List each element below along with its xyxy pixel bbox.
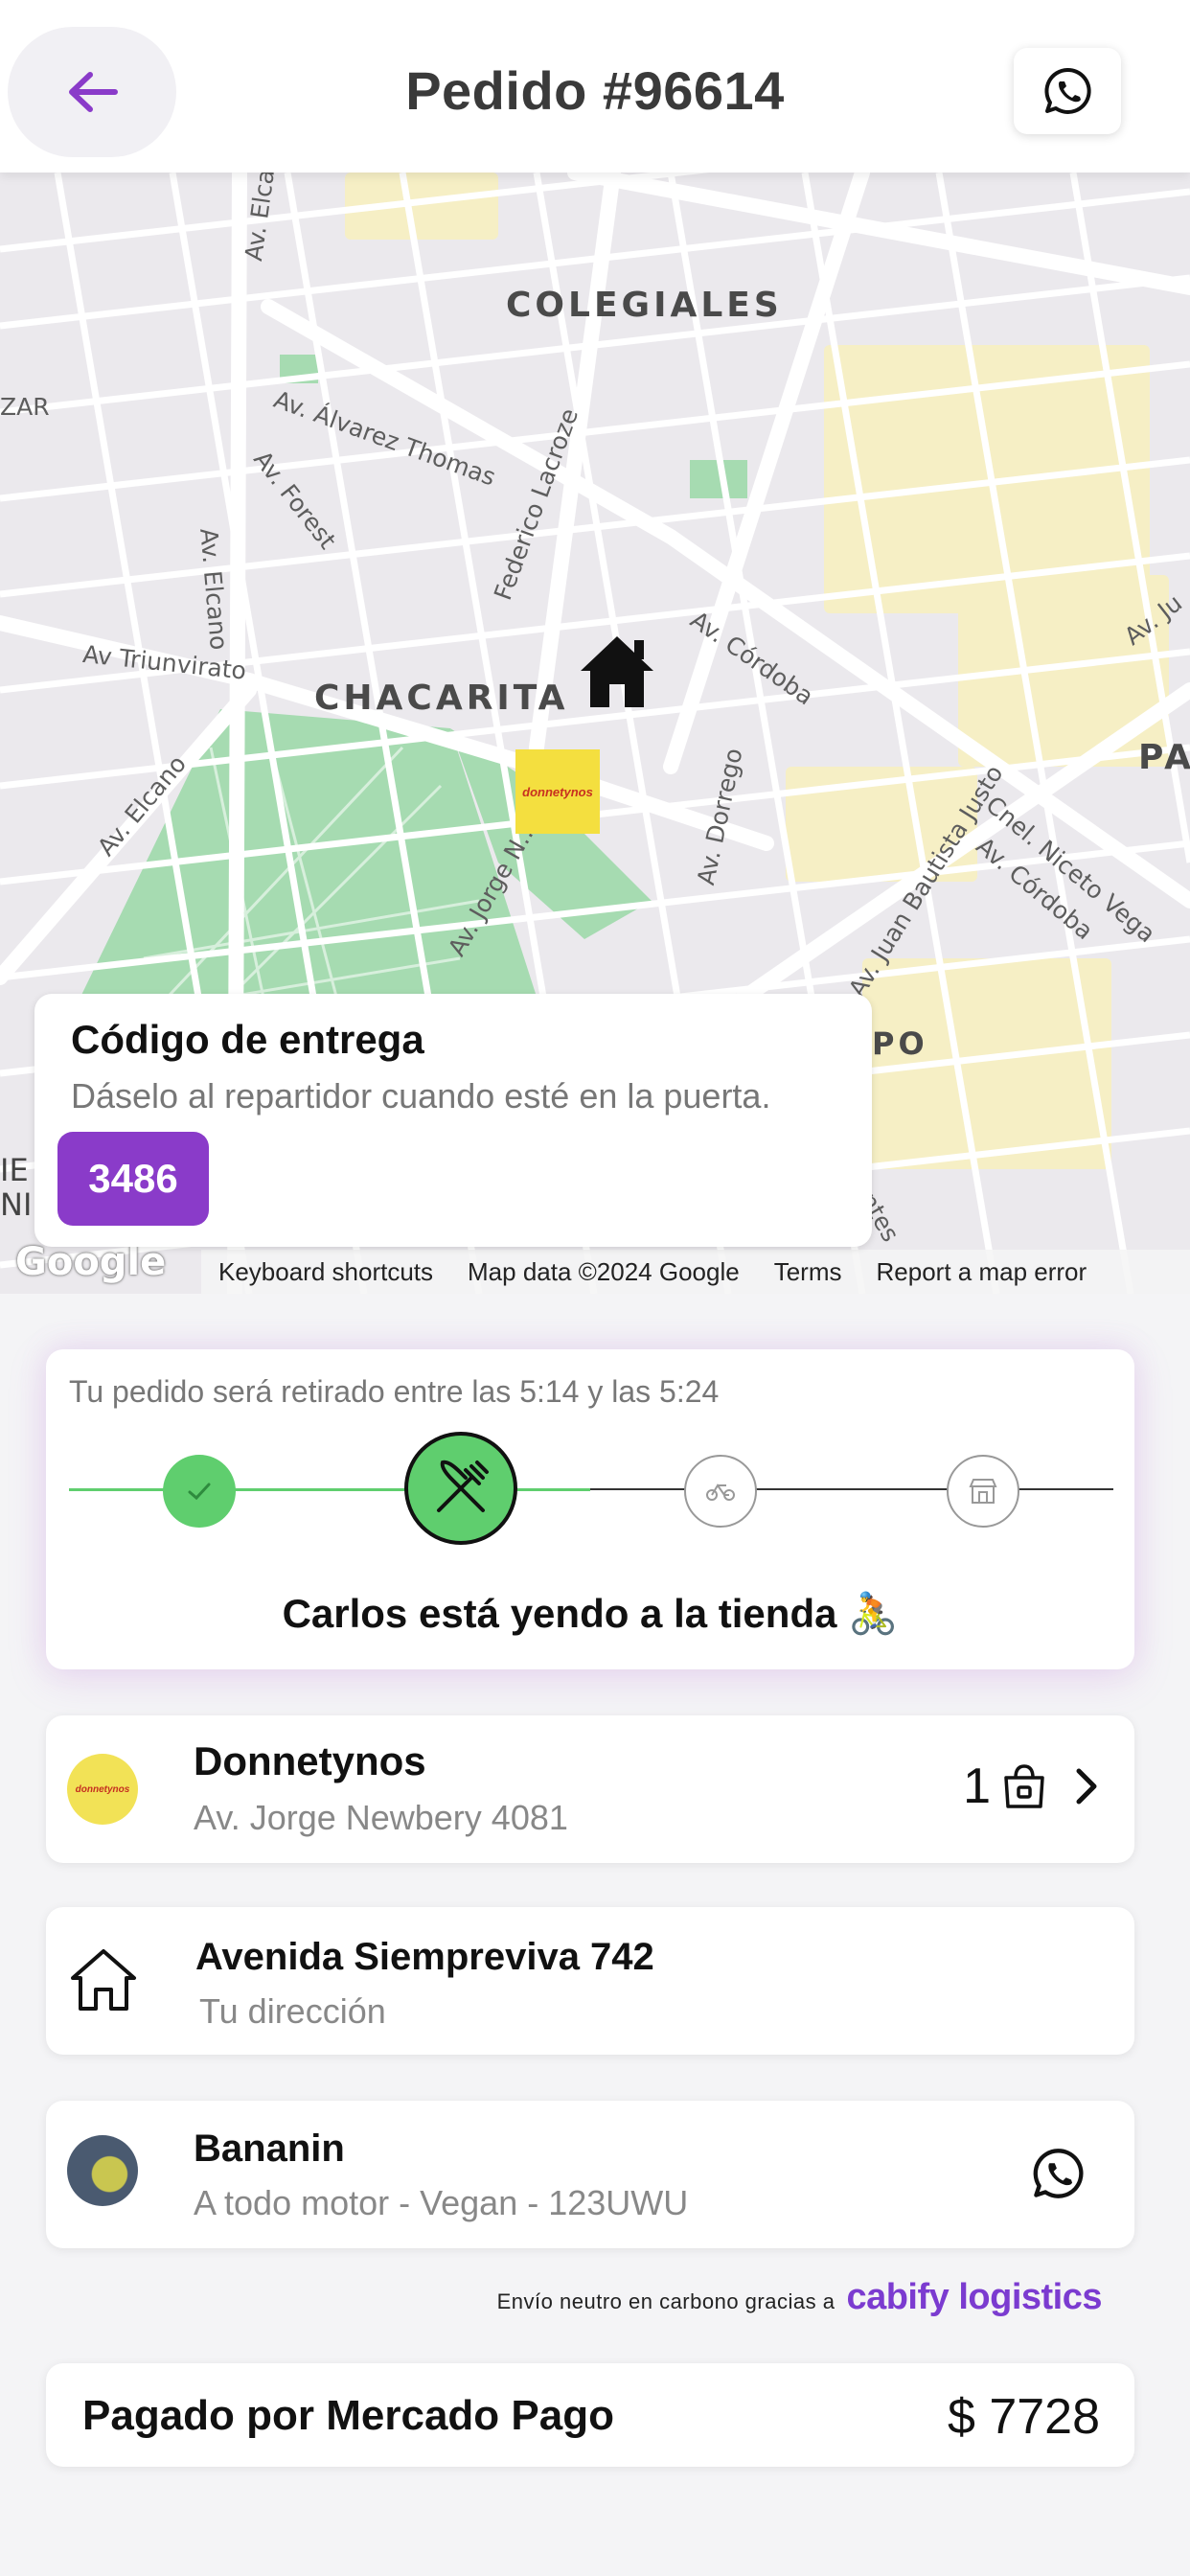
step-delivered <box>947 1455 1019 1528</box>
step-preparing <box>404 1432 517 1545</box>
street-label: NI <box>0 1186 33 1223</box>
store-marker[interactable]: donnetynos <box>515 749 600 834</box>
items-count: 1 <box>963 1758 1048 1815</box>
order-status-card: Tu pedido será retirado entre las 5:14 y… <box>46 1349 1134 1669</box>
keyboard-shortcuts-link[interactable]: Keyboard shortcuts <box>201 1257 450 1287</box>
district-label: COLEGIALES <box>506 286 783 325</box>
timeline-pending-line <box>590 1488 1113 1490</box>
terms-link[interactable]: Terms <box>757 1257 859 1287</box>
step-on-the-way <box>684 1455 757 1528</box>
rider-card: Bananin A todo motor - Vegan - 123UWU <box>46 2101 1134 2248</box>
bicycle-icon <box>706 1484 735 1501</box>
map-attribution: Keyboard shortcuts Map data ©2024 Google… <box>201 1250 1190 1294</box>
items-count-value: 1 <box>963 1759 991 1814</box>
destination-address: Avenida Siempreviva 742 <box>195 1936 654 1978</box>
carbon-neutral-text: Envío neutro en carbono gracias a <box>496 2289 835 2313</box>
rider-vehicle: A todo motor - Vegan - 123UWU <box>194 2183 689 2222</box>
shopping-bag-icon <box>1004 1764 1044 1808</box>
rider-avatar <box>67 2135 138 2206</box>
whatsapp-icon[interactable] <box>1031 2147 1085 2200</box>
store-logo: donnetynos <box>67 1754 138 1825</box>
pickup-time-window: Tu pedido será retirado entre las 5:14 y… <box>69 1374 720 1409</box>
district-label: CHACARITA <box>314 678 569 718</box>
fork-knife-icon <box>437 1460 489 1512</box>
step-confirmed <box>163 1455 236 1528</box>
home-icon <box>71 1949 136 2011</box>
page-title: Pedido #96614 <box>405 60 785 121</box>
destination-label: Tu dirección <box>199 1991 386 2031</box>
store-card[interactable]: donnetynos Donnetynos Av. Jorge Newbery … <box>46 1715 1134 1863</box>
payment-method: Pagado por Mercado Pago <box>82 2392 614 2439</box>
whatsapp-icon <box>1044 67 1091 114</box>
district-label: PO <box>872 1025 928 1062</box>
payment-card: Pagado por Mercado Pago $ 7728 <box>46 2363 1134 2467</box>
home-marker-icon[interactable] <box>577 632 657 714</box>
store-name: Donnetynos <box>194 1738 426 1783</box>
district-label: PA <box>1138 738 1190 777</box>
report-error-link[interactable]: Report a map error <box>859 1257 1105 1287</box>
street-label: IE <box>0 1152 29 1188</box>
status-message: Carlos está yendo a la tienda 🚴 <box>282 1591 899 1636</box>
map-data-text: Map data ©2024 Google <box>468 1256 740 1286</box>
street-label: ZAR <box>0 393 50 421</box>
check-icon <box>188 1483 211 1501</box>
cabify-logistics-logo: cabify logistics <box>846 2277 1102 2317</box>
store-address: Av. Jorge Newbery 4081 <box>194 1798 568 1837</box>
delivery-address-card: Avenida Siempreviva 742 Tu dirección <box>46 1907 1134 2055</box>
header: Pedido #96614 <box>0 0 1190 172</box>
payment-amount: $ 7728 <box>947 2389 1100 2445</box>
whatsapp-button[interactable] <box>1014 48 1121 134</box>
delivery-code-badge: 3486 <box>57 1132 209 1226</box>
delivery-code-subtitle: Dáselo al repartidor cuando esté en la p… <box>71 1076 771 1116</box>
delivery-code-title: Código de entrega <box>71 1017 424 1062</box>
rider-name: Bananin <box>194 2128 345 2170</box>
chevron-right-icon[interactable] <box>1073 1765 1100 1807</box>
store-icon <box>969 1479 997 1504</box>
carbon-neutral-note: Envío neutro en carbono gracias a cabify… <box>496 2277 1103 2318</box>
delivery-code-card: Código de entrega Dáselo al repartidor c… <box>34 994 872 1247</box>
